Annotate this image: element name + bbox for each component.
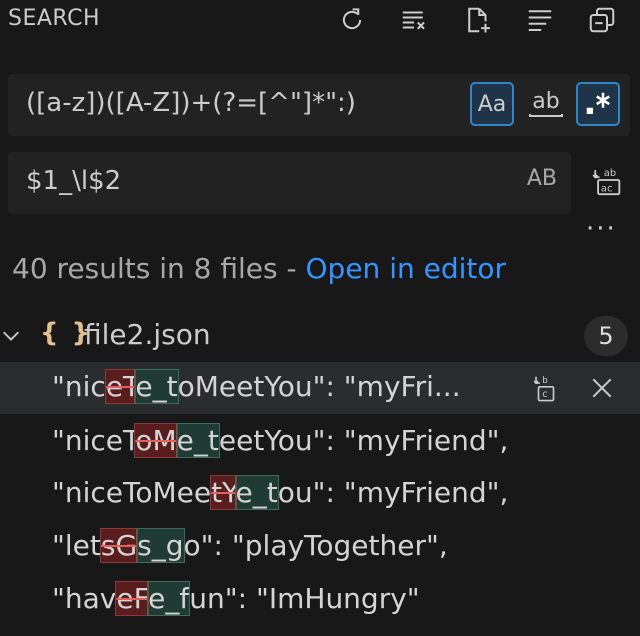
match-row[interactable]: "niceToMe_teetYou": "myFriend",	[0, 416, 640, 468]
match-count-badge: 5	[584, 316, 628, 356]
svg-text:b: b	[542, 376, 548, 386]
whole-word-toggle[interactable]: ab	[524, 82, 568, 126]
results-count-text: 40 results in 8 files -	[12, 252, 306, 285]
match-prefix: "niceT	[52, 424, 136, 457]
regex-icon	[586, 92, 610, 114]
match-text: "haveFe_fun": "ImHungry"	[52, 581, 420, 616]
match-row[interactable]: "haveFe_fun": "ImHungry"	[0, 574, 640, 626]
preserve-case-toggle[interactable]: AB	[527, 166, 557, 191]
view-as-tree-icon[interactable]	[522, 2, 558, 38]
match-text: "niceToMe_teetYou": "myFriend",	[52, 423, 509, 458]
more-actions-icon[interactable]: ···	[586, 214, 617, 244]
deleted-text: sG	[99, 528, 139, 563]
inserted-text: e_t	[234, 475, 279, 510]
match-text: "letsGs_go": "playTogether",	[52, 528, 448, 563]
svg-text:c: c	[542, 389, 548, 400]
replace-input-value: $1_\l$2	[26, 166, 122, 196]
match-row[interactable]: "letsGs_go": "playTogether",	[0, 521, 640, 573]
replace-match-icon[interactable]: b c	[526, 368, 566, 408]
deleted-text: tY	[210, 475, 237, 510]
collapse-all-icon[interactable]	[584, 2, 620, 38]
dismiss-match-icon[interactable]	[582, 368, 622, 408]
new-search-editor-icon[interactable]	[460, 2, 496, 38]
match-suffix: ou": "myFriend",	[277, 476, 509, 509]
whole-word-label: ab	[532, 88, 560, 114]
deleted-text: eT	[104, 369, 137, 404]
match-prefix: "nic	[52, 370, 106, 403]
svg-text:ab: ab	[604, 168, 616, 179]
match-row[interactable]: "niceToMeetYe_tou": "myFriend",	[0, 468, 640, 520]
match-text: "niceTe_toMeetYou": "myFri...	[52, 369, 461, 404]
match-prefix: "hav	[52, 582, 117, 615]
clear-results-icon[interactable]	[396, 2, 432, 38]
match-suffix: eetYou": "myFriend",	[218, 424, 509, 457]
match-case-toggle[interactable]: Aa	[470, 82, 514, 126]
match-row[interactable]: "niceTe_toMeetYou": "myFri... b c	[0, 362, 640, 414]
inserted-text: e_t	[175, 423, 220, 458]
deleted-text: oM	[134, 423, 178, 458]
search-header: SEARCH	[0, 0, 640, 40]
inserted-text: e_f	[147, 581, 191, 616]
file-result-row[interactable]: { } file2.json 5	[0, 314, 640, 358]
refresh-icon[interactable]	[334, 2, 370, 38]
match-case-label: Aa	[477, 91, 507, 117]
match-prefix: "niceToMee	[52, 476, 212, 509]
replace-all-icon[interactable]: ab ac	[588, 160, 628, 200]
match-prefix: "let	[52, 529, 101, 562]
whole-word-underline-icon	[529, 113, 563, 117]
inserted-text: s_g	[136, 528, 185, 563]
replace-input[interactable]: $1_\l$2 AB	[8, 152, 571, 214]
results-summary: 40 results in 8 files - Open in editor	[12, 252, 506, 285]
deleted-text: eF	[115, 581, 150, 616]
match-suffix: oMeetYou": "myFri...	[177, 370, 461, 403]
svg-text:ac: ac	[601, 183, 613, 194]
match-text: "niceToMeetYe_tou": "myFriend",	[52, 475, 509, 510]
chevron-down-icon[interactable]	[0, 324, 22, 346]
open-in-editor-link[interactable]: Open in editor	[306, 252, 507, 285]
match-suffix: un": "ImHungry"	[189, 582, 420, 615]
match-suffix: o": "playTogether",	[183, 529, 448, 562]
search-input-value: ([a-z])([A-Z])+(?=[^"]*":)	[26, 88, 356, 118]
panel-title: SEARCH	[8, 6, 101, 31]
file-name: file2.json	[84, 318, 211, 351]
search-input[interactable]: ([a-z])([A-Z])+(?=[^"]*":) Aa ab	[8, 74, 630, 136]
regex-toggle[interactable]	[576, 82, 620, 126]
inserted-text: e_t	[134, 369, 179, 404]
